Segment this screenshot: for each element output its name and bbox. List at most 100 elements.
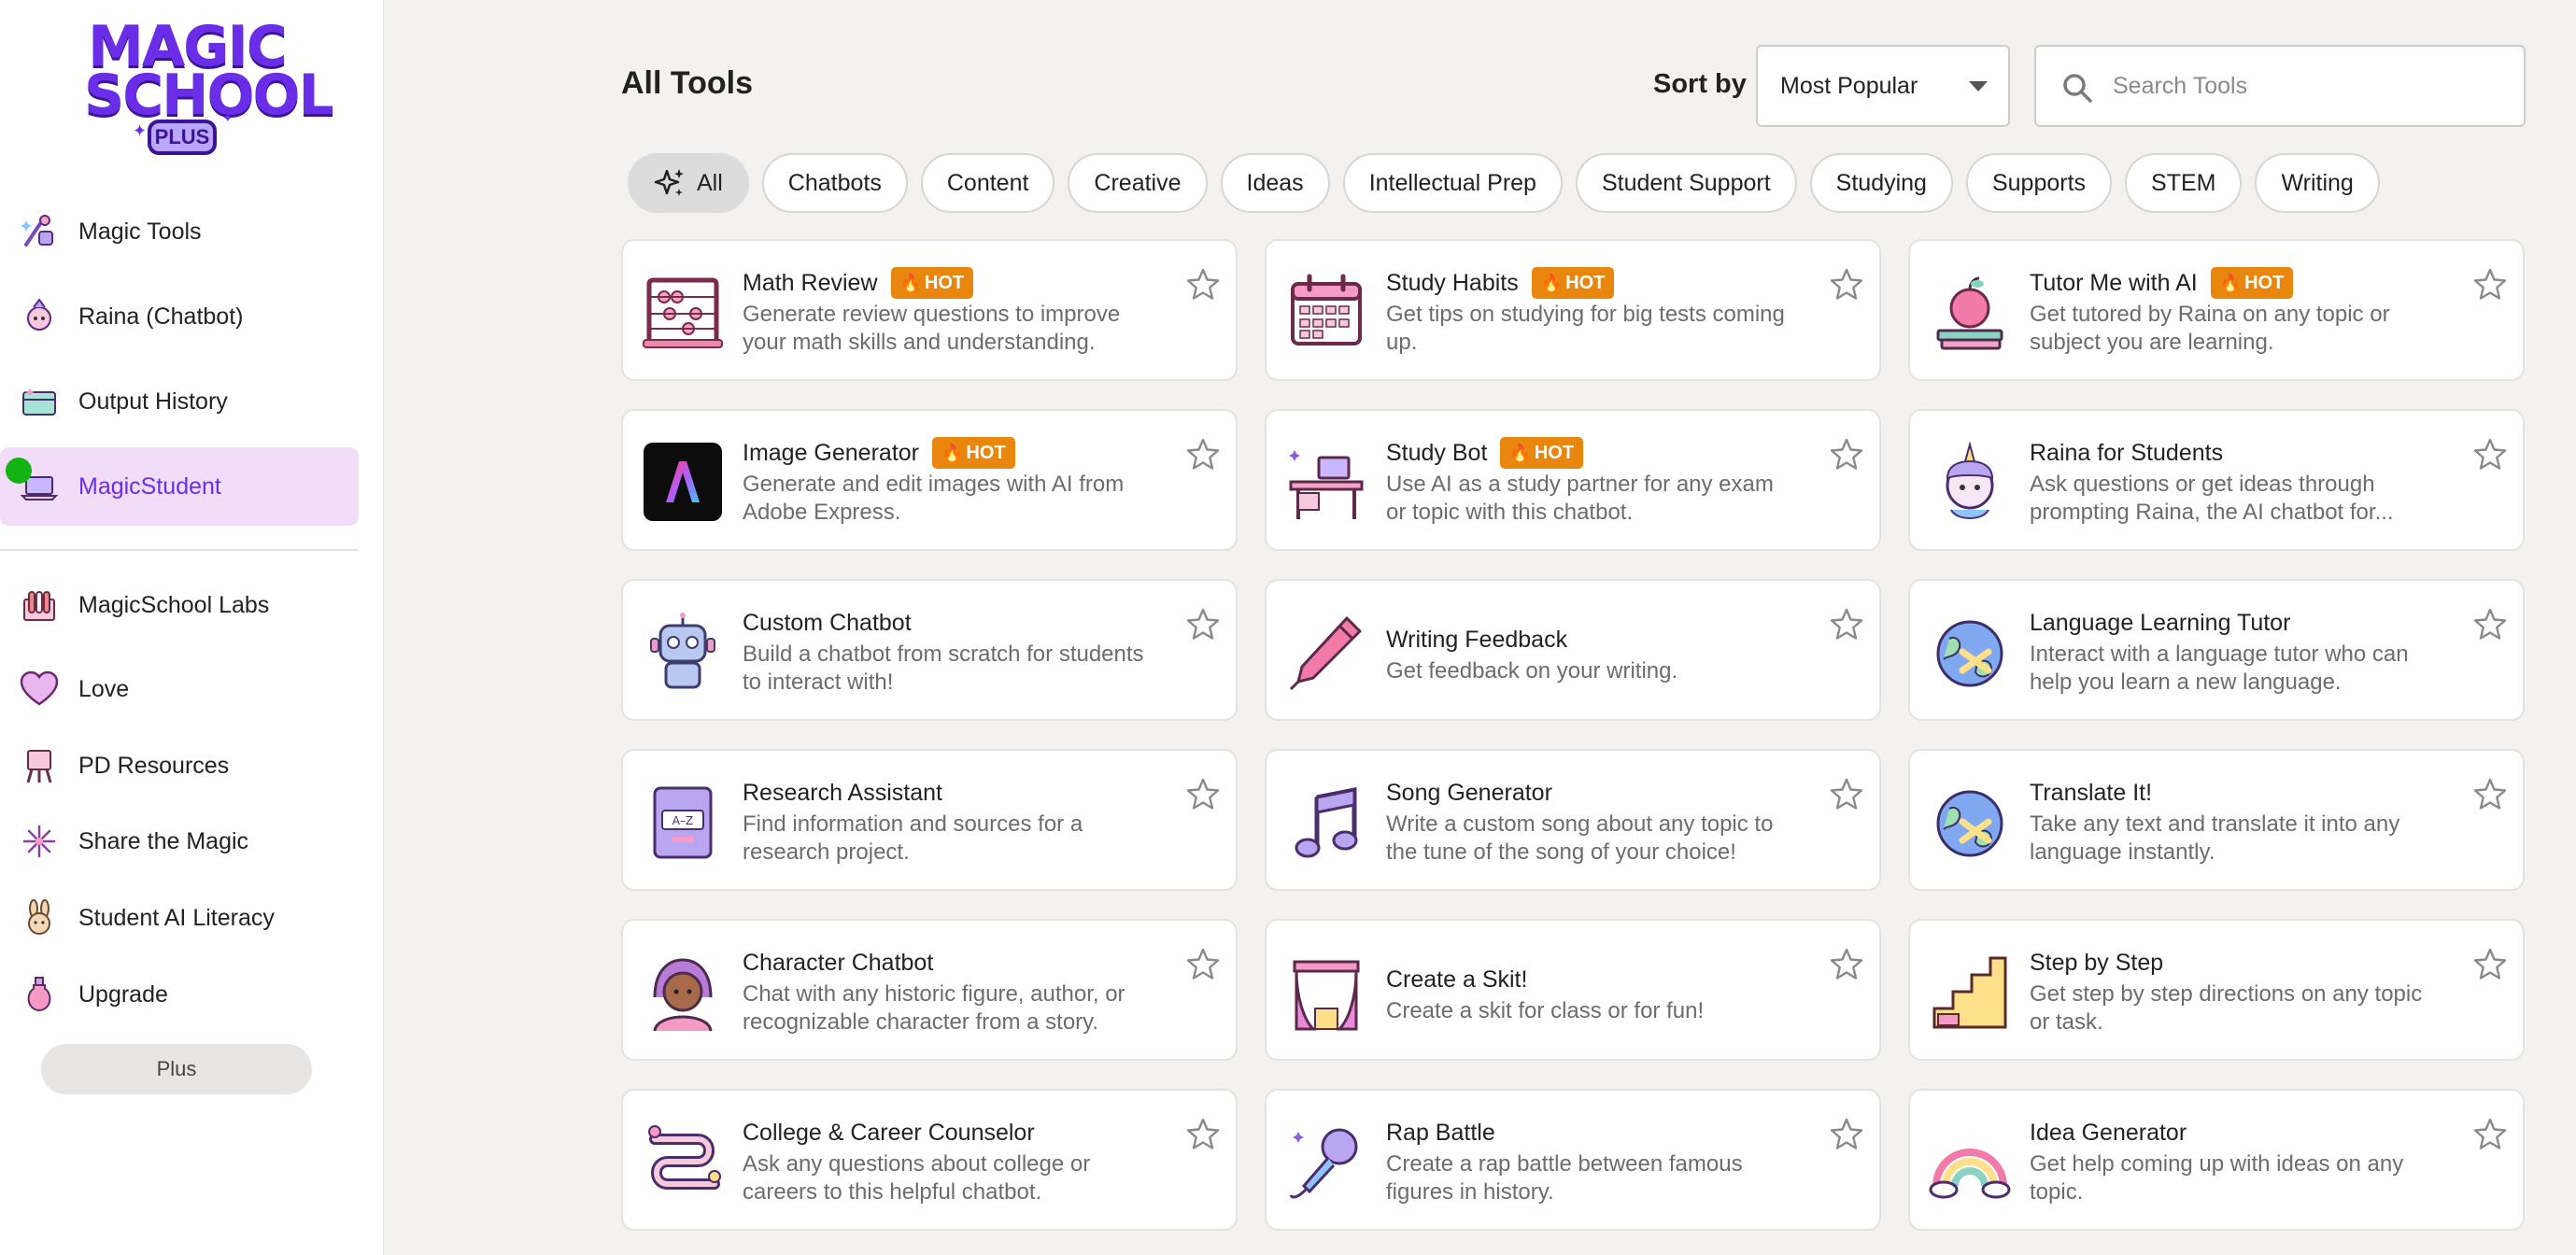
tool-card-image-generator[interactable]: Image Generator 🔥 HOT Generate and edit ima… <box>621 409 1238 551</box>
tool-card-research-assistant[interactable]: A–Z Research Assistant Find information an… <box>621 749 1238 891</box>
filter-ideas[interactable]: Ideas <box>1220 153 1330 213</box>
magicschool-logo[interactable]: MAGIC SCHOOL ✦ ✦ PLUS <box>75 17 334 157</box>
filter-intellectual-prep[interactable]: Intellectual Prep <box>1342 153 1563 213</box>
favorite-star-icon[interactable] <box>2472 947 2508 982</box>
filter-student-support[interactable]: Student Support <box>1575 153 1797 213</box>
tool-card-description: Get help coming up with ideas on any topi… <box>2030 1150 2469 1206</box>
sidebar-item-pd-resources[interactable]: PD Resources <box>0 726 359 805</box>
favorite-star-icon[interactable] <box>1829 947 1864 982</box>
tool-card-description-line: Adobe Express. <box>743 500 901 525</box>
favorite-star-icon[interactable] <box>1185 1117 1221 1152</box>
sidebar-item-magic-tools[interactable]: Magic Tools <box>0 192 359 271</box>
sidebar-item-output-history[interactable]: Output History <box>0 362 359 441</box>
tool-card-description-line: help you learn a new language. <box>2030 670 2342 695</box>
abacus-icon <box>642 271 724 353</box>
tool-card-translate-it[interactable]: Translate It! Take any text and translate… <box>1908 749 2525 891</box>
favorite-star-icon[interactable] <box>2472 607 2508 642</box>
tool-card-description-line: Chat with any historic figure, author, o… <box>743 981 1125 1007</box>
flame-icon: 🔥 <box>1509 443 1531 462</box>
tool-card-step-by-step[interactable]: Step by Step Get step by step directions … <box>1908 919 2525 1061</box>
tool-card-study-bot[interactable]: Study Bot 🔥 HOT Use AI as a study partner f… <box>1265 409 1881 551</box>
favorite-star-icon[interactable] <box>2472 1117 2508 1152</box>
tool-card-rap-battle[interactable]: Rap Battle Create a rap battle between fa… <box>1265 1089 1881 1231</box>
sort-select[interactable]: Most Popular <box>1756 45 2010 127</box>
tool-card-title-row: Raina for Students <box>2030 437 2469 469</box>
adobe-express-icon <box>642 441 724 523</box>
search-box[interactable] <box>2034 45 2526 127</box>
category-filters: All Chatbots Content Creative Ideas Inte… <box>628 153 2380 213</box>
favorite-star-icon[interactable] <box>2472 267 2508 303</box>
tool-card-title-row: Translate It! <box>2030 777 2469 809</box>
road-map-icon <box>642 1121 724 1203</box>
search-input[interactable] <box>2113 72 2486 100</box>
favorite-star-icon[interactable] <box>1185 947 1221 982</box>
tool-card-math-review[interactable]: Math Review 🔥 HOT Generate review questions… <box>621 239 1238 381</box>
tool-card-description: Write a custom song about any topic to th… <box>1386 811 1825 867</box>
tool-card-tutor-me-with-ai[interactable]: Tutor Me with AI 🔥 HOT Get tutored by Raina… <box>1908 239 2525 381</box>
tool-card-description-line: topic. <box>2030 1179 2084 1205</box>
rainbow-icon <box>1929 1121 2011 1203</box>
filter-all[interactable]: All <box>628 153 749 213</box>
favorite-star-icon[interactable] <box>1829 267 1864 303</box>
tool-card-body: Study Bot 🔥 HOT Use AI as a study partner f… <box>1386 437 1825 527</box>
favorite-star-icon[interactable] <box>1829 437 1864 472</box>
favorite-star-icon[interactable] <box>1185 267 1221 303</box>
tool-card-title: Character Chatbot <box>743 949 934 976</box>
tool-card-description: Get step by step directions on any topic… <box>2030 980 2469 1036</box>
tool-card-body: Create a Skit! Create a skit for class or… <box>1386 964 1825 1025</box>
favorite-star-icon[interactable] <box>1185 437 1221 472</box>
tool-card-character-chatbot[interactable]: Character Chatbot Chat with any historic … <box>621 919 1238 1061</box>
tool-card-title: Step by Step <box>2030 949 2164 976</box>
tool-card-custom-chatbot[interactable]: Custom Chatbot Build a chatbot from scrat… <box>621 579 1238 721</box>
filter-stem[interactable]: STEM <box>2125 153 2243 213</box>
filter-writing[interactable]: Writing <box>2255 153 2380 213</box>
tool-card-title-row: Character Chatbot <box>743 947 1182 979</box>
tool-card-description-line: Build a chatbot from scratch for student… <box>743 642 1144 667</box>
sidebar-item-magicschool-labs[interactable]: MagicSchool Labs <box>0 566 359 644</box>
favorite-star-icon[interactable] <box>2472 437 2508 472</box>
hot-badge-label: HOT <box>924 272 965 293</box>
tool-card-college-career-counselor[interactable]: College & Career Counselor Ask any questi… <box>621 1089 1238 1231</box>
filter-creative[interactable]: Creative <box>1068 153 1208 213</box>
favorite-star-icon[interactable] <box>1829 607 1864 642</box>
labs-icon <box>19 585 60 626</box>
favorite-star-icon[interactable] <box>1829 1117 1864 1152</box>
filter-supports[interactable]: Supports <box>1965 153 2113 213</box>
filter-studying[interactable]: Studying <box>1809 153 1953 213</box>
tool-card-idea-generator[interactable]: Idea Generator Get help coming up with id… <box>1908 1089 2525 1231</box>
tool-card-create-a-skit[interactable]: Create a Skit! Create a skit for class or… <box>1265 919 1881 1061</box>
tool-card-writing-feedback[interactable]: Writing Feedback Get feedback on your wri… <box>1265 579 1881 721</box>
sidebar-item-love[interactable]: Love <box>0 650 359 728</box>
character-icon <box>642 951 724 1033</box>
sidebar-item-share-the-magic[interactable]: Share the Magic <box>0 802 359 881</box>
svg-text:A–Z: A–Z <box>672 814 693 827</box>
tool-card-description-line: up. <box>1386 330 1418 355</box>
sidebar-item-student-ai-literacy[interactable]: Student AI Literacy <box>0 879 359 957</box>
tool-card-title: Writing Feedback <box>1386 626 1568 653</box>
favorite-star-icon[interactable] <box>1185 777 1221 812</box>
tool-card-description-line: Generate review questions to improve <box>743 302 1121 327</box>
tool-card-title-row: Language Learning Tutor <box>2030 607 2469 639</box>
tool-card-language-learning-tutor[interactable]: Language Learning Tutor Interact with a l… <box>1908 579 2525 721</box>
filter-content[interactable]: Content <box>920 153 1055 213</box>
sidebar-item-raina[interactable]: Raina (Chatbot) <box>0 277 359 356</box>
plan-plus-button[interactable]: Plus <box>41 1044 312 1094</box>
favorite-star-icon[interactable] <box>1185 607 1221 642</box>
filter-chatbots[interactable]: Chatbots <box>761 153 908 213</box>
tool-card-study-habits[interactable]: Study Habits 🔥 HOT Get tips on studying for… <box>1265 239 1881 381</box>
sidebar-item-magicstudent[interactable]: MagicStudent <box>0 447 359 526</box>
tool-card-description-line: or task. <box>2030 1009 2103 1035</box>
history-icon <box>19 381 60 422</box>
magic-tools-icon <box>19 211 60 252</box>
robot-icon <box>642 611 724 693</box>
tool-card-song-generator[interactable]: Song Generator Write a custom song about … <box>1265 749 1881 891</box>
tool-card-body: Raina for Students Ask questions or get i… <box>2030 437 2469 527</box>
tool-card-description-line: Create a rap battle between famous <box>1386 1151 1743 1177</box>
favorite-star-icon[interactable] <box>2472 777 2508 812</box>
favorite-star-icon[interactable] <box>1829 777 1864 812</box>
sidebar-item-upgrade[interactable]: Upgrade <box>0 955 359 1034</box>
tool-card-description: Take any text and translate it into any l… <box>2030 811 2469 867</box>
tool-card-raina-for-students[interactable]: Raina for Students Ask questions or get i… <box>1908 409 2525 551</box>
tool-card-description-line: research project. <box>743 839 910 865</box>
stage-curtain-icon <box>1285 951 1367 1033</box>
